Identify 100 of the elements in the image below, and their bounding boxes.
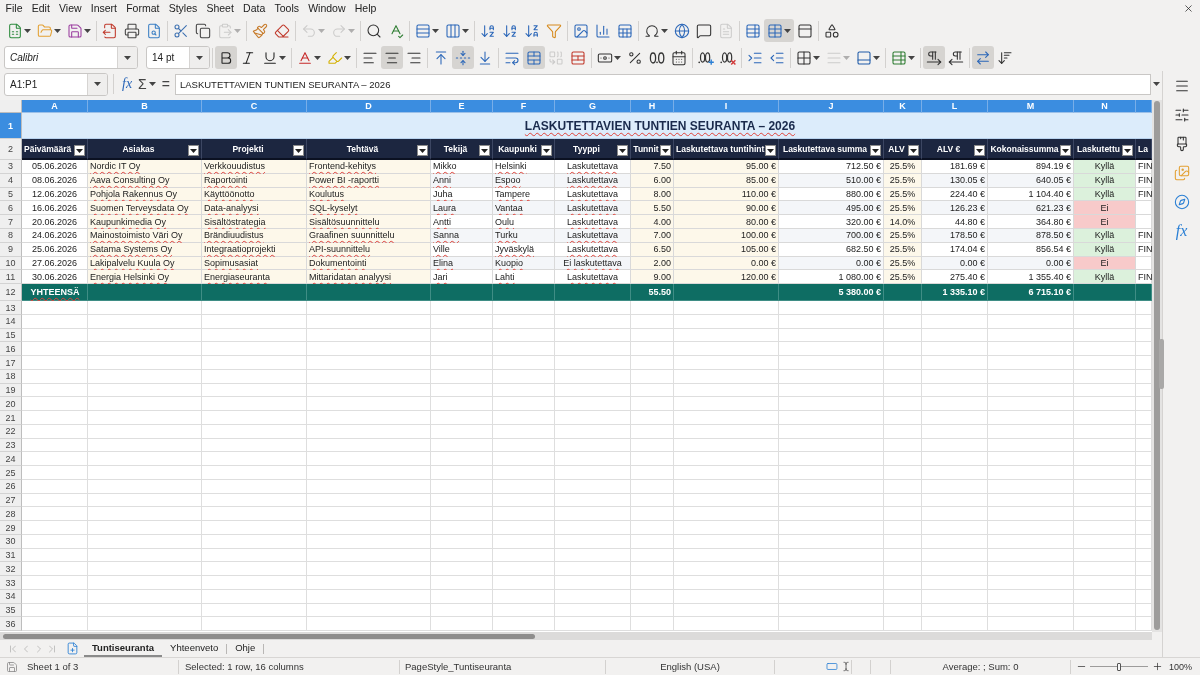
align-center-button[interactable] — [381, 46, 403, 69]
combine-squares-icon — [548, 49, 564, 66]
filter-dropdown-button[interactable] — [660, 145, 671, 156]
functions-button[interactable]: fx — [1168, 219, 1195, 243]
row-header[interactable]: 3 — [0, 160, 22, 174]
table-cell: Sopimusasiat — [202, 256, 307, 271]
row-header[interactable]: 24 — [0, 452, 22, 467]
zoom-in-button[interactable] — [1151, 660, 1163, 673]
row-header[interactable]: 6 — [0, 201, 22, 216]
row-header[interactable]: 32 — [0, 562, 22, 577]
filter-dropdown-button[interactable] — [541, 145, 552, 156]
table-cell: 1 080.00 € — [779, 270, 884, 285]
caret-icon — [190, 148, 197, 153]
selection-summary: Average: ; Sum: 0 — [942, 661, 1019, 672]
menu-item[interactable]: Tools — [269, 0, 304, 17]
sum-button[interactable]: Σ — [135, 74, 159, 94]
row-header[interactable]: 36 — [0, 617, 22, 632]
table-cell: Mittaridatan analyysi — [307, 270, 431, 285]
row-header[interactable]: 20 — [0, 397, 22, 412]
menu-item[interactable]: Insert — [86, 0, 122, 17]
menu-icon — [1173, 78, 1190, 94]
formula-input-field[interactable]: LASKUTETTAVIEN TUNTIEN SEURANTA – 2026 — [174, 73, 1151, 95]
align-middle-button[interactable] — [452, 46, 474, 69]
filter-dropdown-button[interactable] — [765, 145, 777, 156]
table-cell: Data-analyysi — [202, 201, 307, 216]
table-cell: Kaupunkimedia Oy — [88, 215, 202, 229]
left-to-right-button[interactable] — [923, 46, 945, 69]
decimal-icon — [649, 49, 665, 66]
menu-item[interactable]: Sheet — [201, 0, 239, 17]
caret-icon — [662, 148, 669, 153]
filter-dropdown-button[interactable] — [188, 145, 199, 156]
menu-item[interactable]: Edit — [27, 0, 55, 17]
menu-item[interactable]: Styles — [164, 0, 202, 17]
text-direction-button[interactable] — [972, 46, 994, 69]
spreadsheet-icon — [7, 22, 23, 39]
row-header[interactable]: 17 — [0, 356, 22, 370]
sliders-icon — [1173, 107, 1190, 123]
sidebar-handle[interactable] — [1159, 339, 1164, 389]
filter-dropdown-button[interactable] — [908, 145, 919, 156]
caret-icon — [1062, 148, 1069, 153]
filter-dropdown-button[interactable] — [293, 145, 304, 156]
menu-item[interactable]: Help — [350, 0, 381, 17]
column-heading: ALV — [887, 143, 906, 154]
function-wizard-button[interactable]: fx — [119, 74, 136, 94]
row-header[interactable]: 21 — [0, 411, 22, 425]
menu-item[interactable]: Data — [238, 0, 270, 17]
sheet-tab[interactable]: Ohje — [227, 640, 264, 657]
bold-button[interactable] — [215, 46, 237, 69]
filter-dropdown-button[interactable] — [870, 145, 881, 156]
row-header[interactable]: 33 — [0, 576, 22, 590]
scrollbar-thumb[interactable] — [3, 633, 535, 639]
filter-dropdown-button[interactable] — [417, 145, 428, 156]
row-header[interactable]: 12 — [0, 284, 22, 302]
add-decimal-icon — [698, 49, 714, 66]
row-header[interactable]: 7 — [0, 215, 22, 229]
filter-dropdown-button[interactable] — [1060, 145, 1071, 156]
font-name-field[interactable]: Calibri — [4, 46, 138, 69]
row-header[interactable]: 2 — [0, 139, 22, 160]
column-heading: Tyyppi — [572, 143, 601, 154]
table-cell: Laskutettava — [555, 229, 631, 243]
zoom-slider-thumb[interactable] — [1117, 662, 1121, 671]
merge-center-button[interactable] — [523, 46, 545, 69]
filter-dropdown-button[interactable] — [617, 145, 628, 156]
column-heading: ALV € — [935, 143, 962, 154]
caret-icon — [661, 28, 668, 33]
plus-icon — [1151, 661, 1163, 672]
font-size-field[interactable]: 14 pt — [146, 46, 210, 69]
caret-icon — [54, 28, 61, 33]
sheet-tab[interactable]: Yhteenveto — [162, 640, 227, 657]
freeze-button[interactable] — [764, 19, 794, 42]
menu-item[interactable]: Format — [121, 0, 165, 17]
column-heading: Laskutettava tuntihint — [675, 143, 765, 154]
name-box-field[interactable]: A1:P1 — [4, 72, 108, 96]
row-header[interactable]: 29 — [0, 521, 22, 535]
caret-icon — [234, 28, 241, 33]
table-cell: FIN — [1136, 270, 1152, 285]
row-header[interactable]: 25 — [0, 466, 22, 480]
filter-dropdown-button[interactable] — [479, 145, 490, 156]
copy-icon — [195, 22, 211, 39]
delete-decimal-icon — [720, 49, 736, 66]
row-header[interactable]: 16 — [0, 342, 22, 357]
filter-dropdown-button[interactable] — [1122, 145, 1133, 156]
menu-item[interactable]: Window — [303, 0, 351, 17]
filter-dropdown-button[interactable] — [974, 145, 985, 156]
language: English (USA) — [660, 661, 720, 672]
row-header[interactable]: 13 — [0, 301, 22, 315]
selection-info: Selected: 1 row, 16 columns — [185, 661, 304, 672]
sheet-tab[interactable]: Tuntiseuranta — [84, 640, 163, 657]
row-header[interactable]: 28 — [0, 507, 22, 522]
row-header[interactable]: 11 — [0, 270, 22, 285]
column-heading: Kaupunki — [497, 143, 538, 154]
align-middle-icon — [455, 49, 471, 66]
horizontal-scrollbar[interactable] — [0, 632, 1152, 640]
menu-item[interactable]: View — [54, 0, 87, 17]
formula-button[interactable]: = — [158, 74, 173, 94]
total-cell-text: 6 715.10 € — [1027, 286, 1072, 300]
filter-dropdown-button[interactable] — [74, 145, 85, 156]
column-heading: La — [1137, 143, 1149, 154]
menu-item[interactable]: File — [1, 0, 28, 17]
title-cell: LASKUTETTAVIEN TUNTIEN SEURANTA – 2026 — [22, 113, 1152, 139]
